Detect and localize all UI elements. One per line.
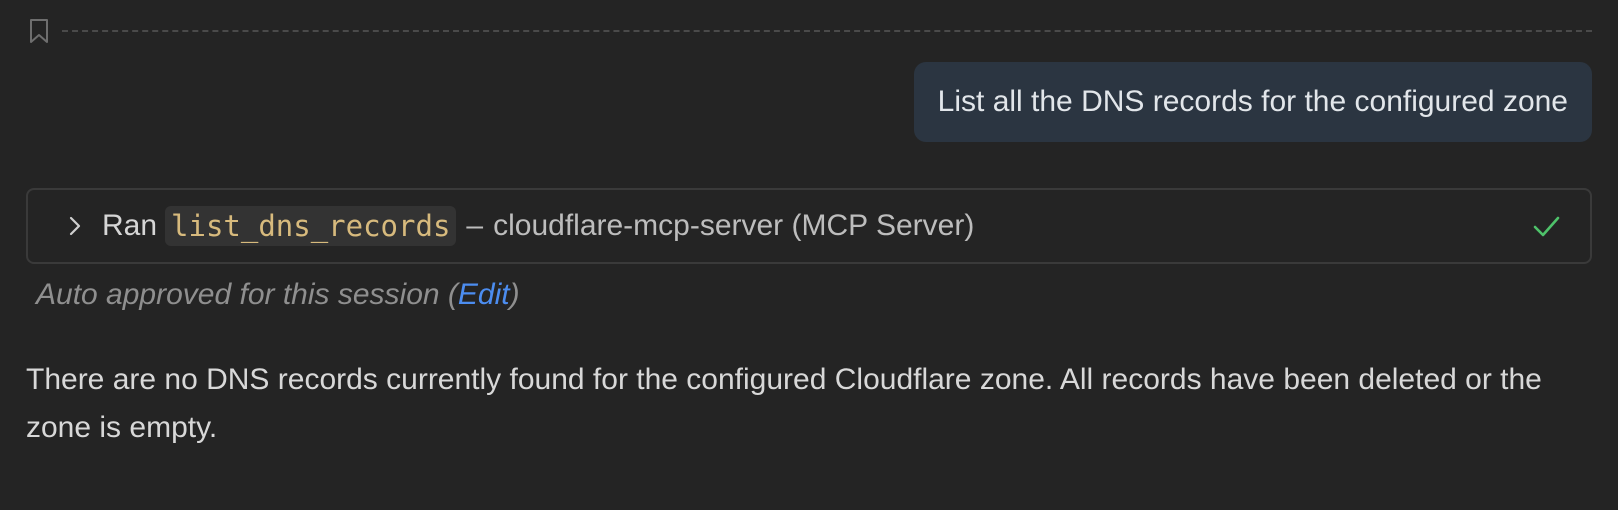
bookmark-icon[interactable] [28,18,50,44]
chevron-right-icon[interactable] [62,213,88,239]
approval-text: Auto approved for this session ( [36,278,458,311]
approval-close-paren: ) [509,278,520,311]
tool-server-name: cloudflare-mcp-server (MCP Server) [493,209,975,242]
tool-call-row[interactable]: Ran list_dns_records – cloudflare-mcp-se… [26,188,1592,264]
tool-call-prefix: Ran [102,209,158,242]
tool-separator: – [466,209,484,242]
tool-name-code: list_dns_records [165,206,457,246]
user-message-bubble: List all the DNS records for the configu… [913,62,1592,142]
approval-note: Auto approved for this session (Edit) [36,278,520,312]
checkpoint-divider [62,30,1592,32]
checkmark-icon [1530,210,1562,242]
edit-link[interactable]: Edit [458,278,510,311]
user-message-text: List all the DNS records for the configu… [937,85,1568,118]
assistant-response: There are no DNS records currently found… [26,363,1542,444]
